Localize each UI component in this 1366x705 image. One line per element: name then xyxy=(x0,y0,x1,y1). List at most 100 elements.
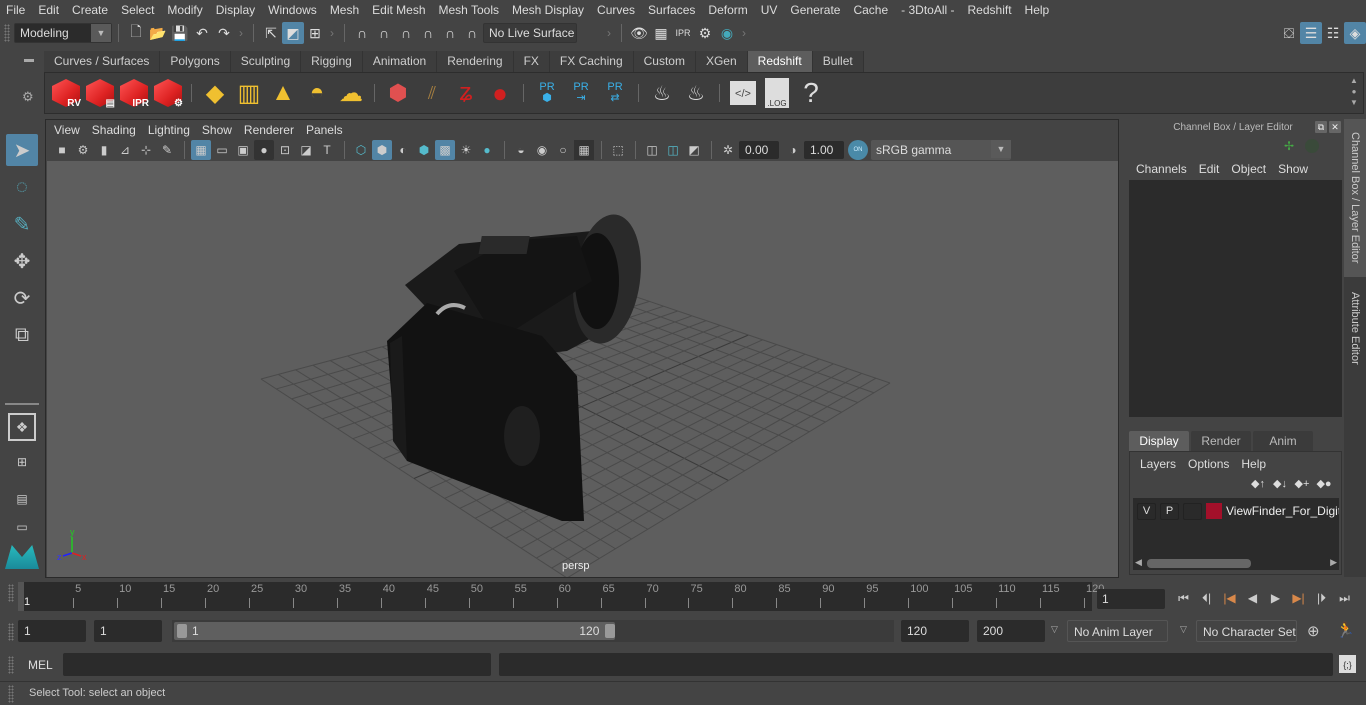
gear-icon[interactable]: ⚙ xyxy=(22,89,34,105)
channel-list[interactable] xyxy=(1129,180,1342,417)
viewport-menu-lighting[interactable]: Lighting xyxy=(142,123,196,137)
redshift-renderview-icon[interactable]: RV xyxy=(49,76,83,110)
shelf-tab-curves-surfaces[interactable]: Curves / Surfaces xyxy=(44,51,161,72)
drag-handle[interactable] xyxy=(4,24,10,42)
snap-live-icon[interactable]: ∩ xyxy=(439,22,461,44)
lasso-tool-icon[interactable]: ◌ xyxy=(6,171,38,203)
script-language-toggle[interactable]: MEL xyxy=(28,658,53,672)
menu-mesh[interactable]: Mesh xyxy=(324,0,366,20)
persp-graph-layout-icon[interactable]: ▭ xyxy=(6,520,38,534)
move-layer-down-icon[interactable]: ◆↓ xyxy=(1269,477,1291,490)
animation-end-field[interactable]: 200 xyxy=(977,620,1045,642)
make-live-icon[interactable]: ∩ xyxy=(461,22,483,44)
drag-handle[interactable] xyxy=(8,623,14,641)
render-settings-icon[interactable]: ⚙ xyxy=(694,22,716,44)
redshift-batch-render-icon[interactable]: ▤ xyxy=(83,76,117,110)
exposure-field[interactable]: 0.00 xyxy=(739,141,779,159)
shelf-tab-custom[interactable]: Custom xyxy=(633,51,696,72)
shelf-tab-rigging[interactable]: Rigging xyxy=(301,51,363,72)
shelf-tab-sculpting[interactable]: Sculpting xyxy=(230,51,302,72)
collapse-icon[interactable]: › xyxy=(742,26,746,40)
field-chart-icon[interactable]: ⊡ xyxy=(275,140,295,160)
snap-view-plane-icon[interactable]: ∩ xyxy=(417,22,439,44)
shelf-tab-bullet[interactable]: Bullet xyxy=(812,51,864,72)
play-forwards-icon[interactable]: ▶ xyxy=(1264,588,1287,608)
film-gate-icon[interactable]: ▭ xyxy=(212,140,232,160)
snap-grid-icon[interactable]: ∩ xyxy=(351,22,373,44)
menu-mesh-display[interactable]: Mesh Display xyxy=(506,0,591,20)
screen-space-ao-icon[interactable]: ◒ xyxy=(511,140,531,160)
xray-components-icon[interactable]: ◩ xyxy=(684,140,704,160)
menu-edit-mesh[interactable]: Edit Mesh xyxy=(366,0,432,20)
live-surface-field[interactable]: No Live Surface xyxy=(483,23,577,43)
isolate-select-icon[interactable]: ⬚ xyxy=(608,140,628,160)
grid-icon[interactable]: ▦ xyxy=(191,140,211,160)
float-panel-icon[interactable]: ⧉ xyxy=(1315,121,1327,133)
color-space-dropdown[interactable]: sRGB gamma ▼ xyxy=(871,140,1011,160)
viewport-menu-view[interactable]: View xyxy=(48,123,86,137)
step-forward-key-icon[interactable]: ▶| xyxy=(1287,588,1310,608)
viewport-menu-shading[interactable]: Shading xyxy=(86,123,142,137)
menu-surfaces[interactable]: Surfaces xyxy=(642,0,702,20)
step-back-frame-icon[interactable]: ⏴| xyxy=(1195,588,1218,608)
redo-icon[interactable]: ↷ xyxy=(213,22,235,44)
timeline-ruler[interactable]: 1 5 10 15 20 25 30 35 40 45 50 55 60 65 70 75 80 85 90 95 1… xyxy=(18,582,1104,611)
menu-3dtoall[interactable]: - 3DtoAll - xyxy=(895,0,961,20)
collapse-icon[interactable]: › xyxy=(607,26,611,40)
shelf-tab-fx[interactable]: FX xyxy=(513,51,550,72)
redshift-hair-icon[interactable]: ⫽ xyxy=(415,76,449,110)
grease-pencil-icon[interactable]: ✎ xyxy=(157,140,177,160)
move-layer-up-icon[interactable]: ◆↑ xyxy=(1247,477,1269,490)
channel-box-menu-show[interactable]: Show xyxy=(1272,160,1314,178)
new-scene-icon[interactable]: 🗋 xyxy=(125,22,147,44)
safe-title-icon[interactable]: T xyxy=(317,140,337,160)
hypershade-icon[interactable]: ◉ xyxy=(716,22,738,44)
render-current-icon[interactable]: ▦ xyxy=(650,22,672,44)
select-component-icon[interactable]: ⊞ xyxy=(304,22,326,44)
drag-handle[interactable] xyxy=(8,656,14,674)
drag-handle[interactable] xyxy=(8,584,14,602)
color-management-toggle[interactable]: ON xyxy=(848,140,868,160)
xray-joints-icon[interactable]: ◫ xyxy=(663,140,683,160)
layer-menu-help[interactable]: Help xyxy=(1235,456,1272,472)
ipr-render-icon[interactable]: IPR xyxy=(672,22,694,44)
camera-select-icon[interactable]: ■ xyxy=(52,140,72,160)
range-start-handle[interactable] xyxy=(177,624,187,638)
safe-action-icon[interactable]: ◪ xyxy=(296,140,316,160)
chevron-down-icon[interactable]: ▽ xyxy=(1051,624,1058,635)
redshift-portal-light-icon[interactable]: ▥ xyxy=(232,76,266,110)
layer-display-type-toggle[interactable] xyxy=(1183,503,1202,520)
redshift-sun-sky-icon[interactable]: ☁ xyxy=(334,76,368,110)
go-to-end-icon[interactable]: ⏭ xyxy=(1333,588,1356,608)
use-default-material-icon[interactable]: ◐ xyxy=(393,140,413,160)
menu-help[interactable]: Help xyxy=(1019,0,1057,20)
menu-redshift[interactable]: Redshift xyxy=(962,0,1019,20)
layer-tab-anim[interactable]: Anim xyxy=(1253,431,1313,451)
new-layer-selected-icon[interactable]: ◆● xyxy=(1313,477,1335,490)
paint-select-tool-icon[interactable]: ✎ xyxy=(6,208,38,240)
viewport-menu-renderer[interactable]: Renderer xyxy=(238,123,300,137)
keyframe-toggle-icon[interactable] xyxy=(1305,139,1319,153)
animation-start-field[interactable]: 1 xyxy=(18,620,86,642)
channel-box-menu-edit[interactable]: Edit xyxy=(1193,160,1226,178)
menu-windows[interactable]: Windows xyxy=(262,0,324,20)
scroll-right-icon[interactable]: ▶ xyxy=(1330,557,1337,568)
redshift-dome-light-icon[interactable]: ◓ xyxy=(300,76,334,110)
anti-aliasing-icon[interactable]: ○ xyxy=(553,140,573,160)
redshift-spot-light-icon[interactable]: ▲ xyxy=(266,76,300,110)
menu-cache[interactable]: Cache xyxy=(847,0,895,20)
modeling-toolkit-icon[interactable]: ⛋ xyxy=(1278,22,1300,44)
anim-layer-dropdown[interactable]: No Anim Layer xyxy=(1067,620,1168,642)
close-icon[interactable]: ✕ xyxy=(1329,121,1341,133)
layer-tab-display[interactable]: Display xyxy=(1129,431,1189,451)
channel-box-menu-channels[interactable]: Channels xyxy=(1130,160,1193,178)
channel-box-menu-object[interactable]: Object xyxy=(1225,160,1272,178)
side-tab-attribute-editor[interactable]: Attribute Editor xyxy=(1344,281,1366,376)
four-view-layout-icon[interactable]: ⊞ xyxy=(6,446,38,478)
snap-curve-icon[interactable]: ∩ xyxy=(373,22,395,44)
step-back-key-icon[interactable]: |◀ xyxy=(1218,588,1241,608)
go-to-start-icon[interactable]: ⏮ xyxy=(1172,588,1195,608)
pr-proxy-export-icon[interactable]: PR ⬢ xyxy=(530,76,564,110)
viewport-menu-panels[interactable]: Panels xyxy=(300,123,349,137)
redshift-proxy-icon[interactable]: ⬢ xyxy=(381,76,415,110)
